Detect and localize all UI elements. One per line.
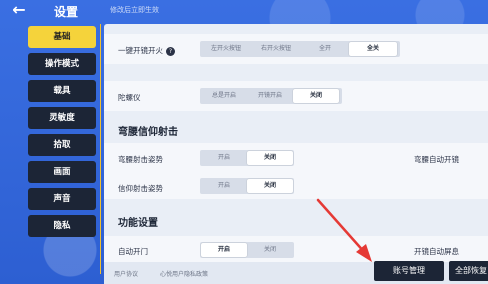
belief-option-off[interactable]: 关闭	[247, 179, 293, 193]
belief-pose-label: 信仰射击姿势	[118, 184, 163, 193]
arrow-left-icon[interactable]: ←	[6, 1, 32, 19]
row-gyro: 陀螺仪 总是开启 开镜开启 关闭	[104, 81, 488, 111]
bend-auto-scope-label: 弯腰自动开镜	[414, 155, 459, 164]
auto-door-segment: 开启 关闭	[200, 242, 294, 258]
sidebar: 基础 操作模式 载具 灵敏度 拾取 画面 声音 隐私	[28, 26, 98, 242]
belief-option-on[interactable]: 开启	[201, 179, 247, 193]
gyro-label: 陀螺仪	[118, 93, 141, 102]
gyro-option-always[interactable]: 总是开启	[201, 89, 247, 103]
question-icon[interactable]: ?	[166, 46, 175, 56]
fire-option-all-on[interactable]: 全开	[301, 42, 349, 56]
fire-switch-segment: 左开火按钮 右开火按钮 全开 全关	[200, 41, 400, 57]
sidebar-item-pickup[interactable]: 拾取	[28, 134, 96, 156]
row-auto-door: 自动开门 开启 关闭 开镜自动屏息	[104, 236, 488, 262]
fire-switch-label: 一键开镜开火?	[118, 45, 175, 56]
section-title-belief: 弯腰信仰射击	[118, 127, 178, 138]
gyro-option-scope[interactable]: 开镜开启	[247, 89, 293, 103]
bend-option-off[interactable]: 关闭	[247, 151, 293, 165]
fire-option-all-off[interactable]: 全关	[349, 42, 397, 56]
row-fire-switch: 一键开镜开火? 左开火按钮 右开火按钮 全开 全关	[104, 34, 488, 64]
sidebar-item-graphics[interactable]: 画面	[28, 161, 96, 183]
restore-all-button[interactable]: 全部恢复	[449, 261, 488, 281]
footer-link-privacy-policy[interactable]: 心悦用户隐私政策	[160, 269, 208, 278]
bend-pose-segment: 开启 关闭	[200, 150, 294, 166]
sidebar-item-vehicle[interactable]: 载具	[28, 80, 96, 102]
gyro-option-off[interactable]: 关闭	[293, 89, 339, 103]
sidebar-item-sensitivity[interactable]: 灵敏度	[28, 107, 96, 129]
section-title-function: 功能设置	[118, 218, 158, 229]
sidebar-item-control-mode[interactable]: 操作模式	[28, 53, 96, 75]
sidebar-divider	[100, 24, 101, 274]
account-management-button[interactable]: 账号管理	[374, 261, 444, 281]
belief-pose-segment: 开启 关闭	[200, 178, 294, 194]
sidebar-item-basic[interactable]: 基础	[28, 26, 96, 48]
scope-screen-label: 开镜自动屏息	[414, 247, 459, 256]
fire-option-right[interactable]: 右开火按钮	[251, 42, 301, 56]
door-option-off[interactable]: 关闭	[247, 243, 293, 257]
sidebar-item-sound[interactable]: 声音	[28, 188, 96, 210]
gyro-segment: 总是开启 开镜开启 关闭	[200, 88, 342, 104]
row-belief-group: 弯腰射击姿势 开启 关闭 弯腰自动开镜 信仰射击姿势 开启 关闭	[104, 143, 488, 199]
fire-option-left[interactable]: 左开火按钮	[201, 42, 251, 56]
door-option-on[interactable]: 开启	[201, 243, 247, 257]
auto-door-label: 自动开门	[118, 247, 148, 256]
top-bar: ← 设置 修改后立即生效	[0, 0, 488, 22]
page-subtitle: 修改后立即生效	[110, 6, 159, 14]
sidebar-item-privacy[interactable]: 隐私	[28, 215, 96, 237]
footer-link-user-agreement[interactable]: 用户协议	[114, 269, 138, 278]
page-title: 设置	[54, 5, 79, 19]
settings-panel: 一键开镜开火? 左开火按钮 右开火按钮 全开 全关 陀螺仪 总是开启 开镜开启 …	[104, 24, 488, 284]
bend-option-on[interactable]: 开启	[201, 151, 247, 165]
fire-switch-label-text: 一键开镜开火	[118, 46, 163, 55]
bend-pose-label: 弯腰射击姿势	[118, 155, 163, 164]
